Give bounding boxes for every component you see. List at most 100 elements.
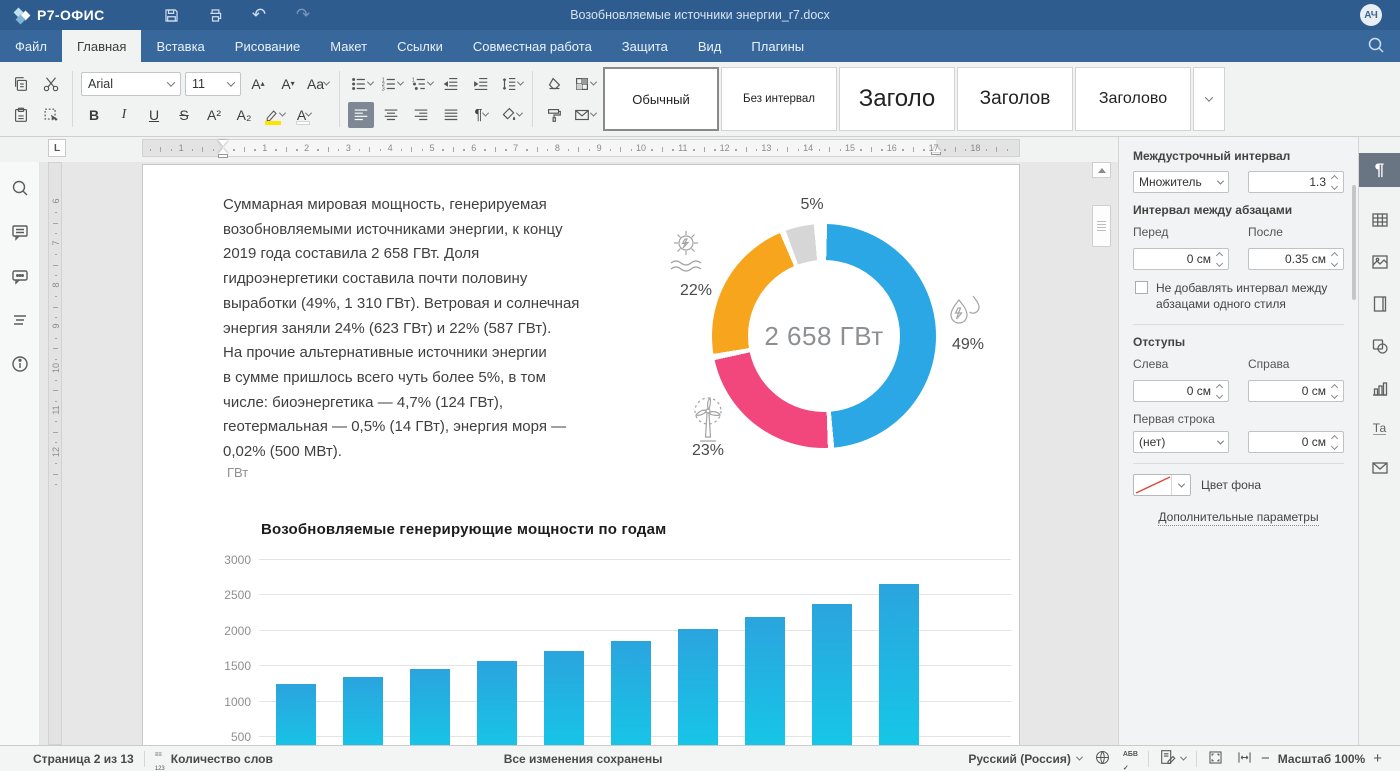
strikeout-button[interactable]: S <box>171 102 197 128</box>
italic-button[interactable]: I <box>111 102 137 128</box>
tab-stop-selector[interactable]: L <box>48 139 66 157</box>
decrease-indent-button[interactable] <box>438 71 464 97</box>
superscript-button[interactable]: A² <box>201 102 227 128</box>
about-icon[interactable] <box>10 354 30 374</box>
underline-button[interactable]: U <box>141 102 167 128</box>
styles-more-button[interactable] <box>1193 67 1225 131</box>
textart-settings-icon[interactable]: Та <box>1359 411 1400 445</box>
document-language-icon[interactable] <box>1094 749 1111 769</box>
spacing-after-spinner[interactable]: 0.35 см <box>1248 248 1344 270</box>
chart-settings-icon[interactable] <box>1359 371 1400 405</box>
tab-7[interactable]: Защита <box>607 30 683 62</box>
subscript-button[interactable]: A₂ <box>231 102 257 128</box>
tab-1[interactable]: Главная <box>62 30 141 62</box>
paste-button[interactable] <box>8 102 34 128</box>
tab-4[interactable]: Макет <box>315 30 382 62</box>
bold-button[interactable]: B <box>81 102 107 128</box>
vertical-ruler[interactable]: 6789101112 <box>48 162 62 745</box>
highlight-color-button[interactable] <box>261 102 287 128</box>
cut-icon[interactable] <box>38 71 64 97</box>
bullet-list-button[interactable] <box>348 71 374 97</box>
table-shading-button[interactable] <box>571 71 597 97</box>
shape-settings-icon[interactable] <box>1359 329 1400 363</box>
numbered-list-button[interactable]: 123 <box>378 71 404 97</box>
image-settings-icon[interactable] <box>1359 245 1400 279</box>
language-select[interactable]: Русский (Россия) <box>968 752 1081 766</box>
left-indent-box-marker[interactable] <box>218 154 228 158</box>
scrollbar-thumb[interactable] <box>1092 205 1111 247</box>
zoom-in-button[interactable]: + <box>1365 750 1390 767</box>
print-icon[interactable] <box>204 4 226 26</box>
increase-font-button[interactable]: A▴ <box>245 71 271 97</box>
line-spacing-type-select[interactable]: Множитель <box>1133 171 1229 193</box>
advanced-settings-link[interactable]: Дополнительные параметры <box>1133 510 1344 524</box>
paragraph-settings-icon[interactable]: ¶ <box>1359 153 1400 187</box>
tab-5[interactable]: Ссылки <box>382 30 458 62</box>
tab-2[interactable]: Вставка <box>141 30 219 62</box>
select-all-icon[interactable] <box>38 102 64 128</box>
avatar[interactable]: АЧ <box>1360 4 1382 26</box>
document-scrollbar[interactable] <box>1092 162 1112 745</box>
tab-8[interactable]: Вид <box>683 30 737 62</box>
document-area[interactable]: 6789101112 Суммарная мировая мощность, г… <box>40 162 1118 745</box>
increase-indent-button[interactable] <box>468 71 494 97</box>
line-spacing-value-spinner[interactable]: 1.3 <box>1248 171 1344 193</box>
zoom-level-label[interactable]: Масштаб 100% <box>1278 752 1365 766</box>
style-card-2[interactable]: Заголо <box>839 67 955 131</box>
word-count-button[interactable]: ≡≡123 Количество слов <box>155 745 273 771</box>
change-case-button[interactable]: Aa <box>305 71 331 97</box>
fit-page-icon[interactable] <box>1207 749 1224 769</box>
zoom-out-button[interactable]: − <box>1253 750 1278 767</box>
spellcheck-icon[interactable]: АБВ✓ <box>1123 745 1138 771</box>
scroll-up-button[interactable] <box>1092 162 1111 178</box>
indent-left-spinner[interactable]: 0 см <box>1133 380 1229 402</box>
decrease-font-button[interactable]: A▾ <box>275 71 301 97</box>
fit-width-icon[interactable] <box>1236 749 1253 769</box>
headerfooter-settings-icon[interactable] <box>1359 287 1400 321</box>
font-size-select[interactable]: 11 <box>185 72 241 96</box>
mailmerge-settings-icon[interactable] <box>1359 451 1400 485</box>
nonprinting-chars-button[interactable]: ¶ <box>468 102 494 128</box>
horizontal-ruler[interactable]: 1234567891011121314151617181 <box>142 139 1020 157</box>
first-line-value-spinner[interactable]: 0 см <box>1248 431 1344 453</box>
spacing-before-spinner[interactable]: 0 см <box>1133 248 1229 270</box>
document-page[interactable]: Суммарная мировая мощность, генерируемая… <box>142 164 1020 745</box>
clear-style-button[interactable] <box>541 71 567 97</box>
redo-icon[interactable]: ↷ <box>292 4 314 26</box>
page-indicator[interactable]: Страница 2 из 13 <box>33 752 134 766</box>
copy-button[interactable] <box>8 71 34 97</box>
font-color-button[interactable]: A <box>291 102 317 128</box>
tab-6[interactable]: Совместная работа <box>458 30 607 62</box>
indent-right-spinner[interactable]: 0 см <box>1248 380 1344 402</box>
align-right-button[interactable] <box>408 102 434 128</box>
first-line-type-select[interactable]: (нет) <box>1133 431 1229 453</box>
justify-button[interactable] <box>438 102 464 128</box>
line-spacing-button[interactable] <box>498 71 524 97</box>
align-left-button[interactable] <box>348 102 374 128</box>
undo-icon[interactable]: ↶ <box>248 4 270 26</box>
paragraph-shading-button[interactable] <box>498 102 524 128</box>
multilevel-list-button[interactable]: 1 <box>408 71 434 97</box>
no-interval-checkbox[interactable] <box>1135 281 1148 294</box>
align-center-button[interactable] <box>378 102 404 128</box>
style-card-4[interactable]: Заголово <box>1075 67 1191 131</box>
tab-0[interactable]: Файл <box>0 30 62 62</box>
tab-9[interactable]: Плагины <box>736 30 819 62</box>
mailmerge-button[interactable] <box>571 102 597 128</box>
style-card-3[interactable]: Заголов <box>957 67 1073 131</box>
first-line-indent-marker[interactable] <box>218 140 228 146</box>
bar-chart[interactable]: 30002500200015001000500 <box>143 165 1020 745</box>
comments-icon[interactable] <box>10 222 30 242</box>
font-name-select[interactable]: Arial <box>81 72 181 96</box>
background-color-button[interactable] <box>1133 474 1191 496</box>
find-icon[interactable] <box>10 178 30 198</box>
tab-3[interactable]: Рисование <box>220 30 315 62</box>
style-card-1[interactable]: Без интервал <box>721 67 837 131</box>
panel-scrollbar-thumb[interactable] <box>1352 185 1356 300</box>
headings-navigation-icon[interactable] <box>10 310 30 330</box>
chat-icon[interactable] <box>10 266 30 286</box>
search-icon[interactable] <box>1366 35 1388 57</box>
style-card-0[interactable]: Обычный <box>603 67 719 131</box>
table-settings-icon[interactable] <box>1359 203 1400 237</box>
copy-style-button[interactable] <box>541 102 567 128</box>
